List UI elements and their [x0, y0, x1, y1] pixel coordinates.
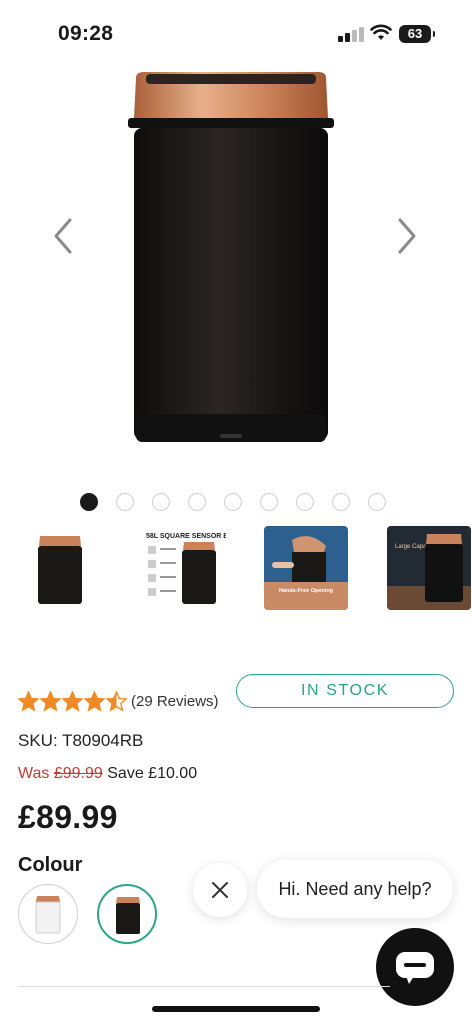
close-icon [212, 882, 228, 898]
thumbnail-strip: 58L SQUARE SENSOR BIN Hands-Free Opening… [18, 526, 472, 612]
star-icon [106, 690, 127, 712]
pagination-dot[interactable] [188, 493, 206, 511]
current-price: £89.99 [18, 799, 118, 835]
colour-swatch-white[interactable] [18, 884, 78, 944]
chat-prompt[interactable]: Hi. Need any help? [257, 860, 453, 918]
price-was-row: Was £99.99 Save £10.00 [18, 765, 197, 783]
thumbnail-caption-hands-free: Hands-Free Opening [279, 588, 333, 594]
pagination-dot[interactable] [332, 493, 350, 511]
star-icon [84, 690, 105, 712]
rating-row: (29 Reviews) [18, 688, 219, 714]
thumbnail-bin-front[interactable] [18, 526, 102, 610]
battery-icon: 63 [399, 25, 435, 43]
star-icon [40, 690, 61, 712]
wifi-icon [370, 24, 392, 40]
section-divider [18, 986, 390, 987]
was-label: Was [18, 765, 50, 782]
pagination-dot[interactable] [224, 493, 242, 511]
thumbnail-hands-free[interactable]: Hands-Free Opening [264, 526, 348, 610]
star-icon [62, 690, 83, 712]
star-icon [18, 690, 39, 712]
pagination-dot[interactable] [80, 493, 98, 511]
thumbnail-large-capacity[interactable]: Large Capacity [387, 526, 471, 610]
product-sku: SKU: T80904RB [18, 731, 144, 750]
stock-badge: IN STOCK [236, 674, 454, 708]
pagination-dot[interactable] [152, 493, 170, 511]
product-gallery[interactable] [0, 64, 472, 474]
star-rating[interactable] [18, 690, 127, 712]
save-amount: Save £10.00 [107, 765, 198, 782]
reviews-link[interactable]: (29 Reviews) [131, 693, 219, 710]
status-bar: 09:28 63 [0, 0, 472, 64]
signal-icon [338, 26, 364, 42]
pagination-dot[interactable] [116, 493, 134, 511]
home-indicator [152, 1006, 320, 1012]
pagination-dot[interactable] [296, 493, 314, 511]
chat-bubble-icon [396, 952, 434, 984]
chevron-right-icon[interactable] [390, 214, 424, 258]
colour-swatch-black[interactable] [97, 884, 157, 944]
pagination-dot[interactable] [260, 493, 278, 511]
product-image [128, 72, 334, 442]
status-time: 09:28 [58, 22, 114, 45]
white-bin-icon [35, 896, 61, 934]
thumbnail-square-sensor-bin[interactable]: 58L SQUARE SENSOR BIN [142, 526, 226, 610]
gallery-pagination [80, 493, 386, 513]
chevron-left-icon[interactable] [46, 214, 80, 258]
black-bin-icon [116, 897, 140, 934]
pagination-dot[interactable] [368, 493, 386, 511]
thumbnail-caption-sensor-bin: 58L SQUARE SENSOR BIN [146, 533, 226, 540]
chat-close-button[interactable] [193, 863, 247, 917]
chat-launcher-button[interactable] [376, 928, 454, 1006]
was-price: £99.99 [53, 765, 103, 782]
colour-title: Colour [18, 854, 83, 876]
